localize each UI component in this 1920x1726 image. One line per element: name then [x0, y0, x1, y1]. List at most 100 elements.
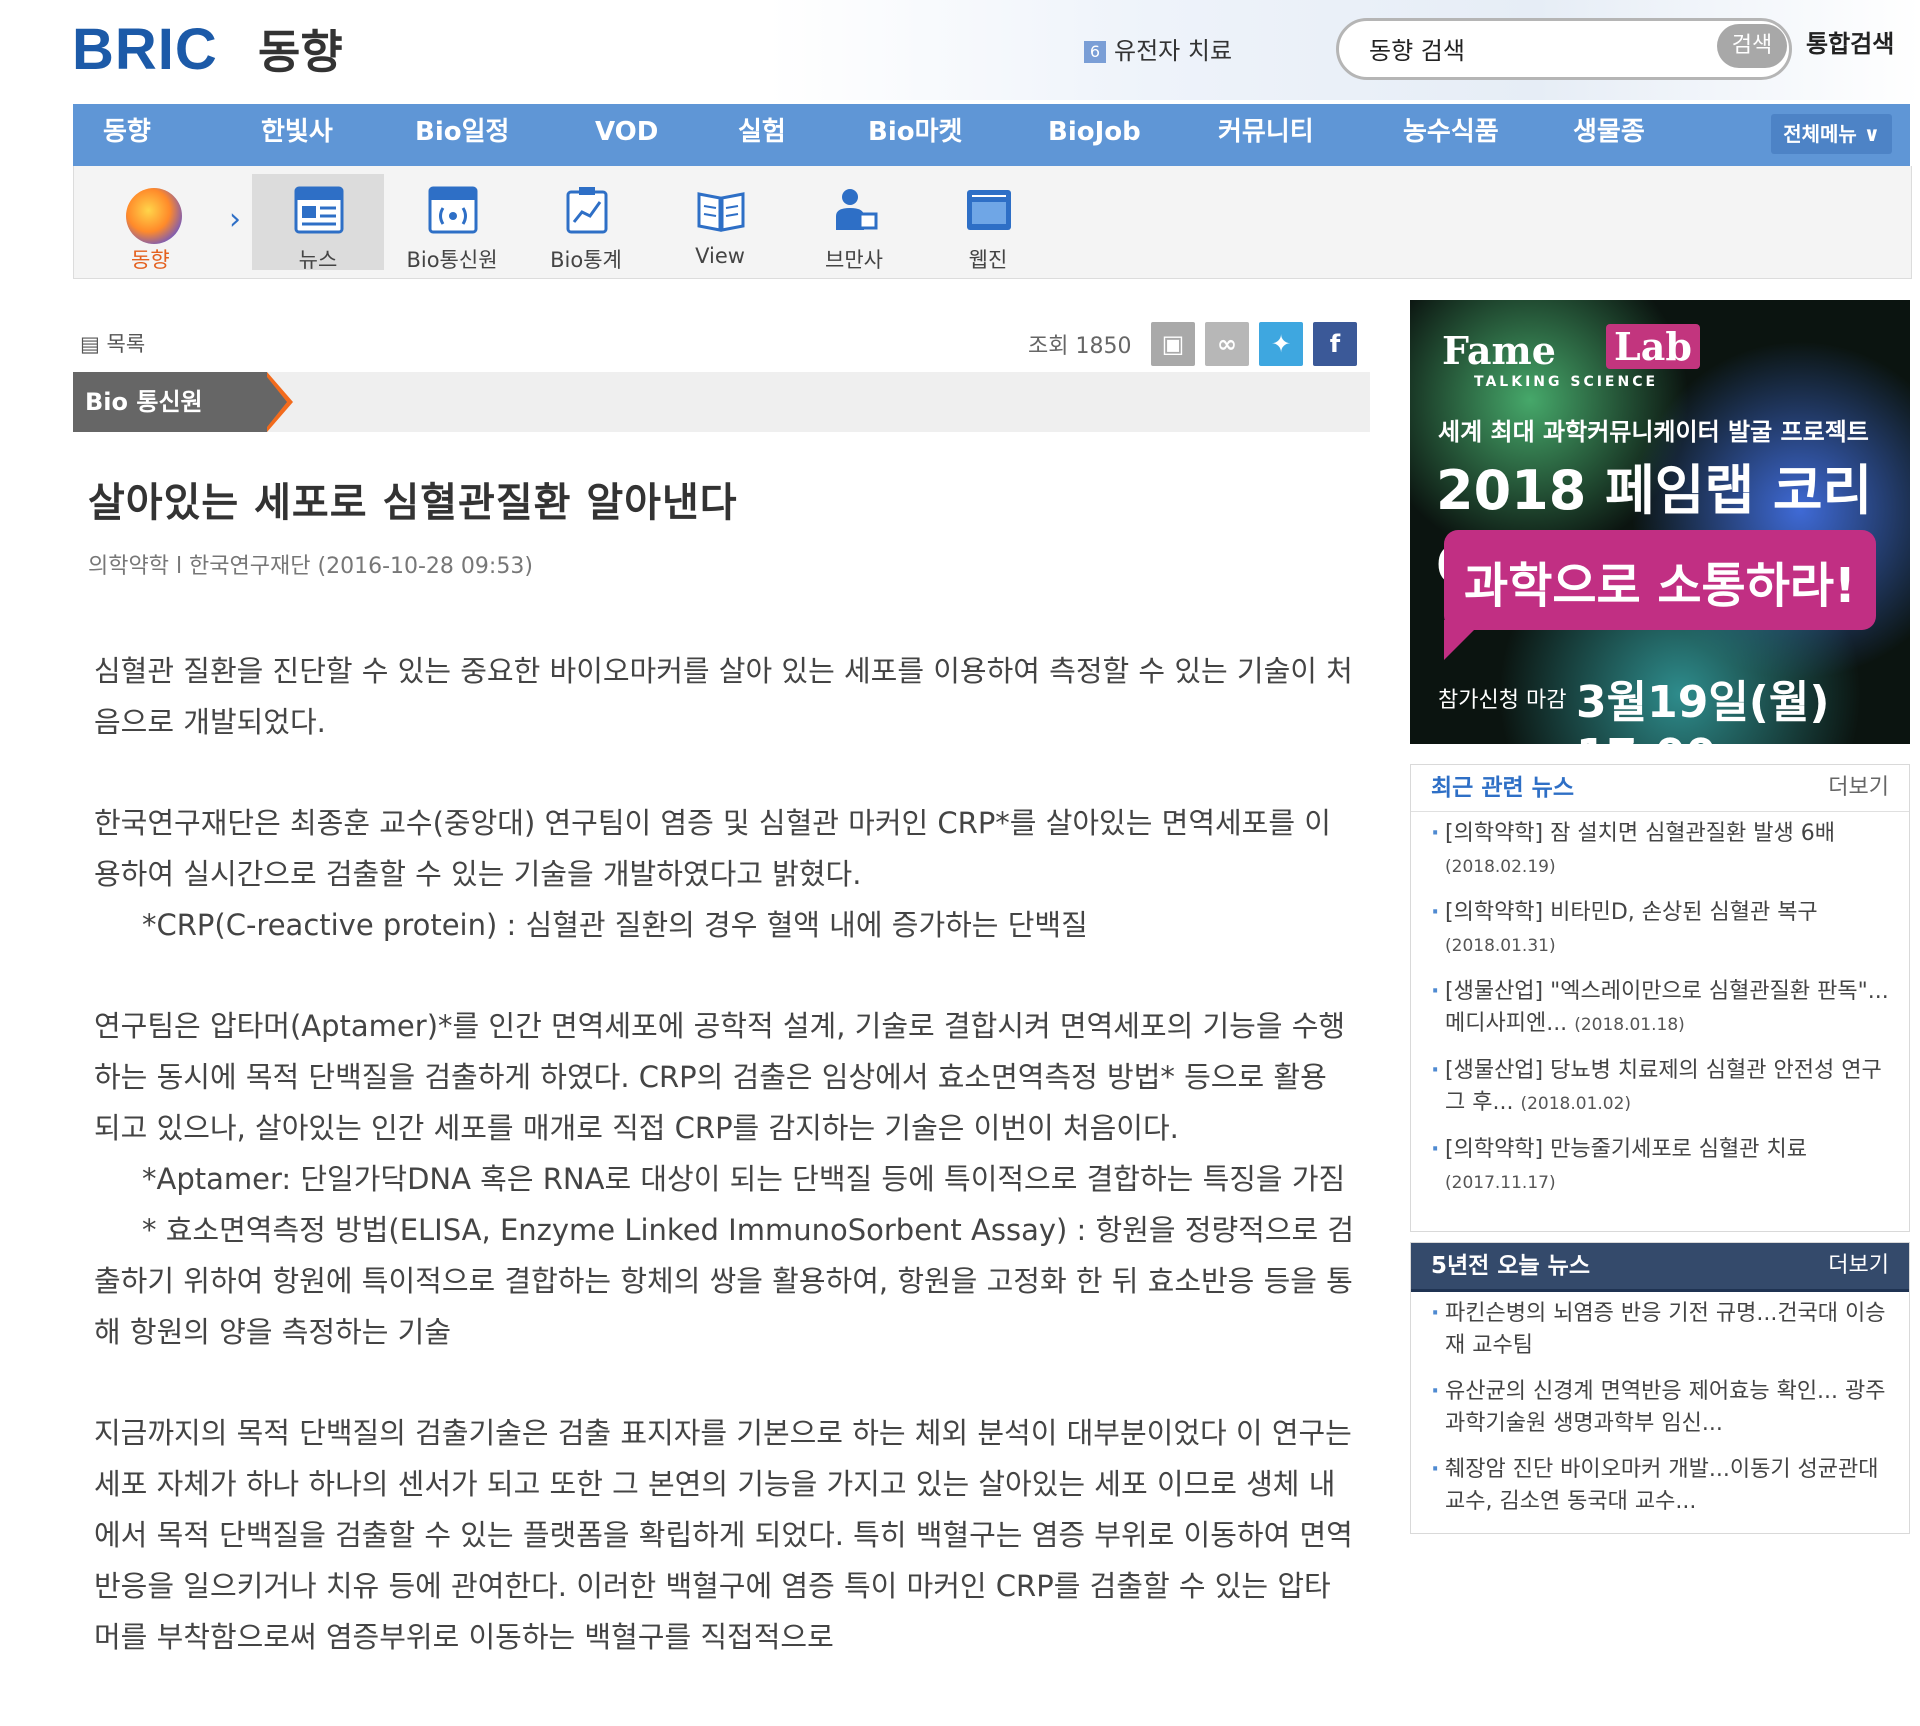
gnb-item-biojob[interactable]: BioJob — [1048, 104, 1141, 166]
footnote: * 효소면역측정 방법(ELISA, Enzyme Linked ImmunoS… — [94, 1213, 1355, 1349]
list-icon: ▤ — [80, 332, 107, 356]
hot-keyword[interactable]: 6 유전자 치료 — [1084, 36, 1232, 66]
total-search-link[interactable]: 통합검색 — [1806, 28, 1894, 60]
link-icon: ∞ — [1217, 330, 1237, 358]
chevron-right-icon: › — [229, 202, 241, 237]
article-body: 심혈관 질환을 진단할 수 있는 중요한 바이오마커를 살아 있는 세포를 이용… — [94, 646, 1356, 1663]
related-news-text: [의학약학] 만능줄기세포로 심혈관 치료 — [1445, 1137, 1807, 1162]
print-button[interactable]: ▣ — [1151, 322, 1195, 366]
category-bar: Bio 통신원 — [73, 372, 1370, 432]
related-news-text: [생물산업] 당뇨병 치료제의 심혈관 안전성 연구 그 후... — [1445, 1058, 1882, 1115]
gnb-item-news[interactable]: 동향 — [103, 104, 151, 166]
gnb-item-bio-market[interactable]: Bio마켓 — [868, 104, 962, 166]
related-news-date: (2018.01.02) — [1520, 1094, 1632, 1114]
search-button[interactable]: 검색 — [1717, 24, 1787, 68]
subnav-bio-stats-label: Bio통계 — [550, 248, 622, 272]
book-icon — [697, 192, 745, 232]
gnb-item-agri-food[interactable]: 농수식품 — [1403, 104, 1499, 166]
five-years-news-more-link[interactable]: 더보기 — [1828, 1243, 1889, 1289]
sub-nav: 동향 › 뉴스 Bio통신원 Bio통계 View 브만사 웹진 — [73, 166, 1912, 279]
related-news-more-link[interactable]: 더보기 — [1828, 765, 1889, 811]
category-arrow-inner — [263, 372, 287, 432]
subnav-webzine-label: 웹진 — [968, 248, 1008, 272]
subnav-view[interactable]: View — [654, 174, 786, 270]
subnav-home-label: 동향 — [131, 248, 170, 272]
article-meta: 의학약학 l 한국연구재단 (2016-10-28 09:53) — [88, 554, 533, 579]
ad-deadline-label: 참가신청 마감 — [1438, 688, 1567, 713]
subnav-bio-reporter[interactable]: Bio통신원 — [386, 174, 518, 272]
ad-brand-lab: Lab — [1606, 324, 1700, 369]
main-nav: 동향 한빛사 Bio일정 VOD 실험 Bio마켓 BioJob 커뮤니티 농수… — [73, 104, 1910, 168]
subnav-view-label: View — [695, 244, 745, 268]
gnb-item-experiment[interactable]: 실험 — [738, 104, 786, 166]
footnote: *CRP(C-reactive protein) : 심혈관 질환의 경우 혈액… — [142, 908, 1088, 942]
ad-deadline: 3월19일(월) 17:00 — [1576, 677, 1830, 744]
twitter-icon: ✦ — [1270, 330, 1292, 358]
facebook-share-button[interactable]: f — [1313, 322, 1357, 366]
five-years-news-item[interactable]: 파킨슨병의 뇌염증 반응 기전 규명...건국대 이승재 교수팀 — [1431, 1298, 1889, 1362]
broadcast-icon — [428, 186, 478, 234]
subnav-bio-stats[interactable]: Bio통계 — [520, 174, 652, 272]
ad-brand-fame: Fame — [1442, 328, 1556, 373]
facebook-icon: f — [1329, 330, 1341, 358]
related-news-item[interactable]: [생물산업] "엑스레이만으로 심혈관질환 판독"... 메디사피엔... (2… — [1431, 976, 1889, 1041]
copy-link-button[interactable]: ∞ — [1205, 322, 1249, 366]
twitter-share-button[interactable]: ✦ — [1259, 322, 1303, 366]
related-news-date: (2018.01.31) — [1445, 936, 1556, 956]
trends-home-icon — [126, 188, 182, 244]
related-news-text: [의학약학] 비타민D, 손상된 심혈관 복구 — [1445, 900, 1818, 925]
search-box: 검색 — [1336, 18, 1792, 80]
search-input[interactable] — [1367, 31, 1701, 65]
related-news-title: 최근 관련 뉴스 — [1431, 775, 1574, 801]
related-news-item[interactable]: [의학약학] 잠 설치면 심혈관질환 발생 6배 (2018.02.19) — [1431, 818, 1889, 883]
famelab-ad-banner[interactable]: Fame Lab TALKING SCIENCE 세계 최대 과학커뮤니케이터 … — [1410, 300, 1910, 744]
article-toolbar: ▤ 목록 조회 1850 ▣ ∞ ✦ f — [80, 322, 1370, 366]
related-news-box: 최근 관련 뉴스 더보기 [의학약학] 잠 설치면 심혈관질환 발생 6배 (2… — [1410, 764, 1910, 1232]
related-news-item[interactable]: [의학약학] 만능줄기세포로 심혈관 치료 (2017.11.17) — [1431, 1134, 1889, 1199]
five-years-news-item[interactable]: 유산균의 신경계 면역반응 제어효능 확인... 광주과학기술원 생명과학부 임… — [1431, 1376, 1889, 1440]
subnav-interview-label: 브만사 — [825, 248, 883, 272]
related-news-date: (2017.11.17) — [1445, 1173, 1556, 1193]
related-news-item[interactable]: [의학약학] 비타민D, 손상된 심혈관 복구 (2018.01.31) — [1431, 897, 1889, 962]
list-link-label: 목록 — [106, 332, 146, 356]
bric-logo[interactable]: BRIC — [72, 18, 218, 82]
article-title: 살아있는 세포로 심혈관질환 알아낸다 — [88, 480, 738, 526]
ad-line1: 세계 최대 과학커뮤니케이터 발굴 프로젝트 — [1438, 418, 1869, 446]
subnav-news[interactable]: 뉴스 — [252, 174, 384, 272]
subnav-interview[interactable]: 브만사 — [788, 174, 920, 272]
related-news-text: [의학약학] 잠 설치면 심혈관질환 발생 6배 — [1445, 821, 1835, 846]
all-menu-button[interactable]: 전체메뉴 ∨ — [1771, 114, 1892, 154]
list-link[interactable]: ▤ 목록 — [80, 328, 145, 358]
subnav-webzine[interactable]: 웹진 — [922, 174, 1054, 272]
gnb-item-bio-schedule[interactable]: Bio일정 — [415, 104, 509, 166]
five-years-news-header: 5년전 오늘 뉴스 더보기 — [1411, 1243, 1909, 1292]
hot-keyword-rank: 6 — [1084, 41, 1106, 63]
paragraph: 심혈관 질환을 진단할 수 있는 중요한 바이오마커를 살아 있는 세포를 이용… — [94, 654, 1353, 739]
five-years-news-box: 5년전 오늘 뉴스 더보기 파킨슨병의 뇌염증 반응 기전 규명...건국대 이… — [1410, 1242, 1910, 1534]
paragraph: 한국연구재단은 최종훈 교수(중앙대) 연구팀이 염증 및 심혈관 마커인 CR… — [94, 806, 1331, 891]
gnb-item-hanbitsa[interactable]: 한빛사 — [261, 104, 333, 166]
hot-keyword-text: 유전자 치료 — [1114, 37, 1233, 65]
related-news-date: (2018.01.18) — [1574, 1015, 1685, 1035]
ad-line3: 과학으로 소통하라! — [1464, 558, 1856, 614]
print-icon: ▣ — [1161, 330, 1185, 358]
view-count: 조회 1850 — [1028, 334, 1132, 359]
paragraph: 연구팀은 압타머(Aptamer)*를 인간 면역세포에 공학적 설계, 기술로… — [94, 1009, 1346, 1145]
related-news-header: 최근 관련 뉴스 더보기 — [1411, 765, 1909, 812]
interview-icon — [836, 189, 878, 230]
category-badge: Bio 통신원 — [73, 372, 267, 432]
subnav-bio-reporter-label: Bio통신원 — [406, 248, 498, 272]
related-news-date: (2018.02.19) — [1445, 857, 1556, 877]
news-icon — [294, 186, 344, 234]
footnote: *Aptamer: 단일가닥DNA 혹은 RNA로 대상이 되는 단백질 등에 … — [142, 1162, 1346, 1196]
ad-speech-bubble-tail — [1444, 620, 1484, 660]
ad-tagline: TALKING SCIENCE — [1474, 374, 1659, 390]
stats-icon — [566, 187, 608, 234]
five-years-news-item[interactable]: 췌장암 진단 바이오마커 개발...이동기 성균관대 교수, 김소연 동국대 교… — [1431, 1454, 1889, 1518]
webzine-icon — [967, 190, 1011, 230]
gnb-item-vod[interactable]: VOD — [595, 104, 658, 166]
related-news-item[interactable]: [생물산업] 당뇨병 치료제의 심혈관 안전성 연구 그 후... (2018.… — [1431, 1055, 1889, 1120]
section-title[interactable]: 동향 — [258, 22, 343, 82]
gnb-item-community[interactable]: 커뮤니티 — [1218, 104, 1314, 166]
gnb-item-species[interactable]: 생물종 — [1573, 104, 1645, 166]
